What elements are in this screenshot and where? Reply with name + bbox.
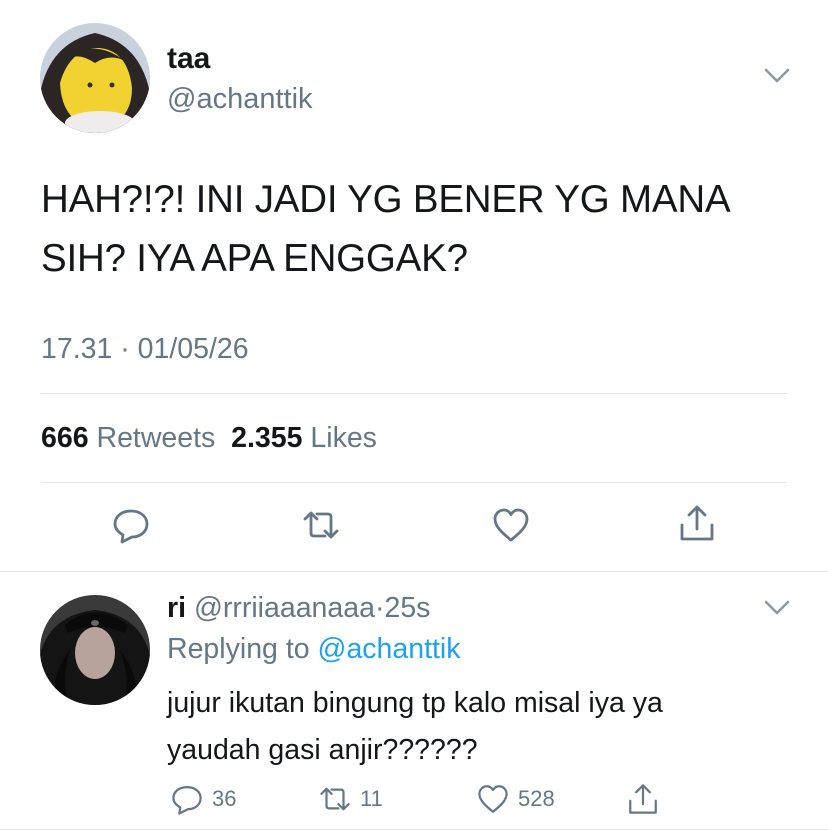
- reply-retweet-count: 11: [360, 786, 383, 811]
- divider: [41, 482, 787, 483]
- reply-author-avatar[interactable]: [40, 595, 150, 705]
- reply-like-count: 528: [518, 786, 555, 811]
- reply-share-button[interactable]: [626, 782, 660, 816]
- tweet-menu-chevron-icon[interactable]: [763, 66, 791, 91]
- reply-menu-chevron-icon[interactable]: [763, 598, 791, 623]
- replying-to: Replying to @achanttik: [167, 633, 461, 666]
- reply-author-handle[interactable]: @rrriiaaanaaa: [194, 592, 375, 624]
- reply-reply-count: 36: [212, 786, 237, 811]
- reply-text-line: yaudah gasi anjir??????: [167, 734, 478, 766]
- like-button[interactable]: [491, 505, 531, 550]
- reply-author-name[interactable]: ri: [167, 592, 186, 624]
- author-handle[interactable]: @achanttik: [167, 83, 313, 116]
- share-button[interactable]: [677, 503, 717, 548]
- bottom-separator: [0, 829, 828, 830]
- share-icon: [629, 784, 657, 814]
- retweet-count[interactable]: 666: [41, 422, 89, 454]
- like-icon: [478, 785, 508, 813]
- reply-header: ri @rrriiaaanaaa·25s: [167, 592, 430, 625]
- reply-reply-button[interactable]: 36: [170, 782, 236, 816]
- divider: [41, 393, 787, 394]
- reply-time: 25s: [384, 592, 431, 624]
- tweet-separator: [0, 571, 828, 572]
- reply-icon: [172, 785, 202, 815]
- retweet-icon: [320, 787, 350, 811]
- tweet-text-line: HAH?!?! INI JADI YG BENER YG MANA: [41, 178, 731, 221]
- reply-text-line: jujur ikutan bingung tp kalo misal iya y…: [167, 687, 663, 719]
- replying-to-prefix: Replying to: [167, 633, 310, 665]
- retweet-button[interactable]: [301, 505, 341, 550]
- reply-retweet-button[interactable]: 11: [318, 782, 383, 816]
- reply-text: jujur ikutan bingung tp kalo misal iya y…: [167, 680, 787, 774]
- author-name[interactable]: taa: [167, 42, 210, 76]
- like-icon: [493, 508, 529, 542]
- tweet-text: HAH?!?! INI JADI YG BENER YG MANA SIH? I…: [41, 170, 801, 288]
- reply-icon: [113, 509, 149, 544]
- author-avatar[interactable]: [40, 23, 150, 133]
- reply-button[interactable]: [111, 505, 151, 550]
- retweet-label[interactable]: Retweets: [96, 422, 215, 454]
- like-count[interactable]: 2.355: [231, 422, 302, 454]
- retweet-icon: [303, 511, 339, 539]
- replying-to-mention[interactable]: @achanttik: [318, 633, 461, 665]
- like-label[interactable]: Likes: [310, 422, 377, 454]
- tweet-text-line: SIH? IYA APA ENGGAK?: [41, 237, 468, 280]
- tweet-timestamp: 17.31 · 01/05/26: [41, 333, 249, 365]
- tweet-stats: 666 Retweets 2.355 Likes: [41, 422, 377, 455]
- reply-like-button[interactable]: 528: [476, 782, 555, 816]
- share-icon: [680, 505, 714, 541]
